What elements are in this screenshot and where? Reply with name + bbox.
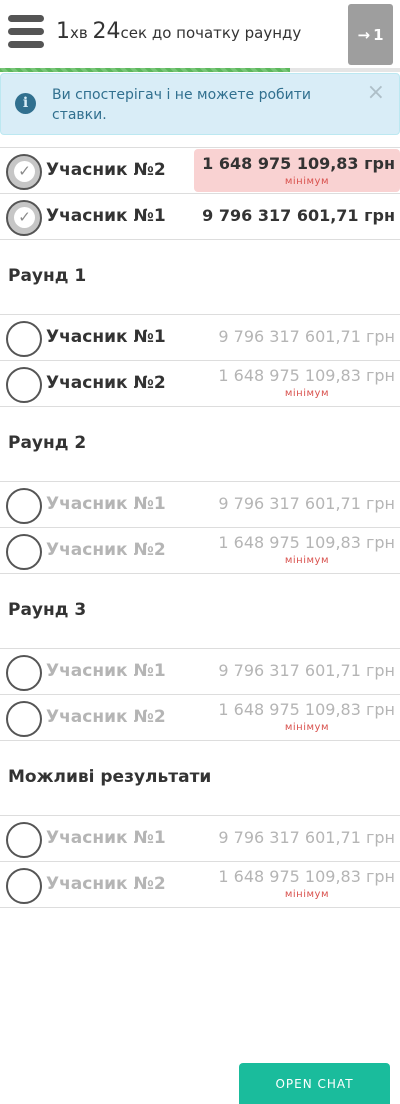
- minimum-highlight: 1 648 975 109,83 грн мінімум: [194, 149, 400, 192]
- amount: 1 648 975 109,83 грн: [218, 867, 395, 886]
- amount: 1 648 975 109,83 грн: [218, 366, 395, 385]
- amount: 9 796 317 601,71 грн: [202, 206, 395, 225]
- amount: 1 648 975 109,83 грн: [202, 154, 395, 173]
- participant-name: Учасник №1: [46, 206, 166, 226]
- participant-name: Учасник №2: [46, 707, 166, 727]
- amount: 9 796 317 601,71 грн: [218, 494, 395, 513]
- bid-row[interactable]: Учасник №1 9 796 317 601,71 грн: [0, 481, 400, 527]
- radio-button[interactable]: [6, 534, 42, 570]
- amount: 9 796 317 601,71 грн: [218, 828, 395, 847]
- radio-button[interactable]: [6, 655, 42, 691]
- bid-row[interactable]: Учасник №2 1 648 975 109,83 грн мінімум: [0, 527, 400, 573]
- header: 1хв 24сек до початку раунду → 1: [0, 0, 400, 68]
- section-title-round-3: Раунд 3: [8, 600, 87, 620]
- close-icon[interactable]: ×: [367, 80, 385, 106]
- amount: 1 648 975 109,83 грн: [218, 700, 395, 719]
- alert-text: Ви спостерігач і не можете робити ставки…: [52, 87, 312, 123]
- round-progress-bar: [0, 68, 400, 72]
- selected-radio[interactable]: ✓: [6, 200, 42, 236]
- bid-row[interactable]: Учасник №2 1 648 975 109,83 грн мінімум: [0, 360, 400, 406]
- participant-name: Учасник №1: [46, 327, 166, 347]
- amount: 1 648 975 109,83 грн: [218, 533, 395, 552]
- check-icon: ✓: [14, 161, 35, 182]
- participant-name: Учасник №1: [46, 828, 166, 848]
- amount: 9 796 317 601,71 грн: [218, 661, 395, 680]
- check-icon: ✓: [14, 207, 35, 228]
- next-round-button[interactable]: → 1: [348, 4, 393, 65]
- minimum-label: мінімум: [284, 722, 329, 733]
- participant-name: Учасник №2: [46, 160, 166, 180]
- minimum-label: мінімум: [284, 388, 329, 399]
- open-chat-button[interactable]: OPEN CHAT: [239, 1063, 390, 1104]
- bid-row[interactable]: Учасник №1 9 796 317 601,71 грн: [0, 815, 400, 861]
- progress-fill: [0, 68, 290, 72]
- current-pick-row: ✓ Учасник №1 9 796 317 601,71 грн: [0, 193, 400, 239]
- radio-button[interactable]: [6, 822, 42, 858]
- radio-button[interactable]: [6, 868, 42, 904]
- participant-name: Учасник №2: [46, 373, 166, 393]
- bid-row[interactable]: Учасник №1 9 796 317 601,71 грн: [0, 314, 400, 360]
- participant-name: Учасник №2: [46, 874, 166, 894]
- participant-name: Учасник №2: [46, 540, 166, 560]
- minimum-label: мінімум: [284, 889, 329, 900]
- bid-row[interactable]: Учасник №1 9 796 317 601,71 грн: [0, 648, 400, 694]
- menu-icon[interactable]: [8, 15, 44, 49]
- bid-row[interactable]: Учасник №2 1 648 975 109,83 грн мінімум: [0, 861, 400, 907]
- next-round-count: 1: [373, 25, 384, 44]
- current-pick-row: 1 648 975 109,83 грн мінімум ✓ Учасник №…: [0, 147, 400, 193]
- minimum-label: мінімум: [284, 176, 329, 187]
- amount: 9 796 317 601,71 грн: [218, 327, 395, 346]
- arrow-right-icon: →: [357, 25, 371, 44]
- section-title-round-2: Раунд 2: [8, 433, 87, 453]
- participant-name: Учасник №1: [46, 661, 166, 681]
- minimum-label: мінімум: [284, 555, 329, 566]
- section-title-possible-results: Можливі результати: [8, 767, 212, 787]
- section-title-round-1: Раунд 1: [8, 266, 87, 286]
- radio-button[interactable]: [6, 488, 42, 524]
- countdown-timer: 1хв 24сек до початку раунду: [56, 19, 302, 44]
- radio-button[interactable]: [6, 367, 42, 403]
- participant-name: Учасник №1: [46, 494, 166, 514]
- info-icon: i: [15, 93, 36, 114]
- observer-alert: i Ви спостерігач і не можете робити став…: [0, 73, 400, 135]
- radio-button[interactable]: [6, 321, 42, 357]
- bid-row[interactable]: Учасник №2 1 648 975 109,83 грн мінімум: [0, 694, 400, 740]
- selected-radio[interactable]: ✓: [6, 154, 42, 190]
- radio-button[interactable]: [6, 701, 42, 737]
